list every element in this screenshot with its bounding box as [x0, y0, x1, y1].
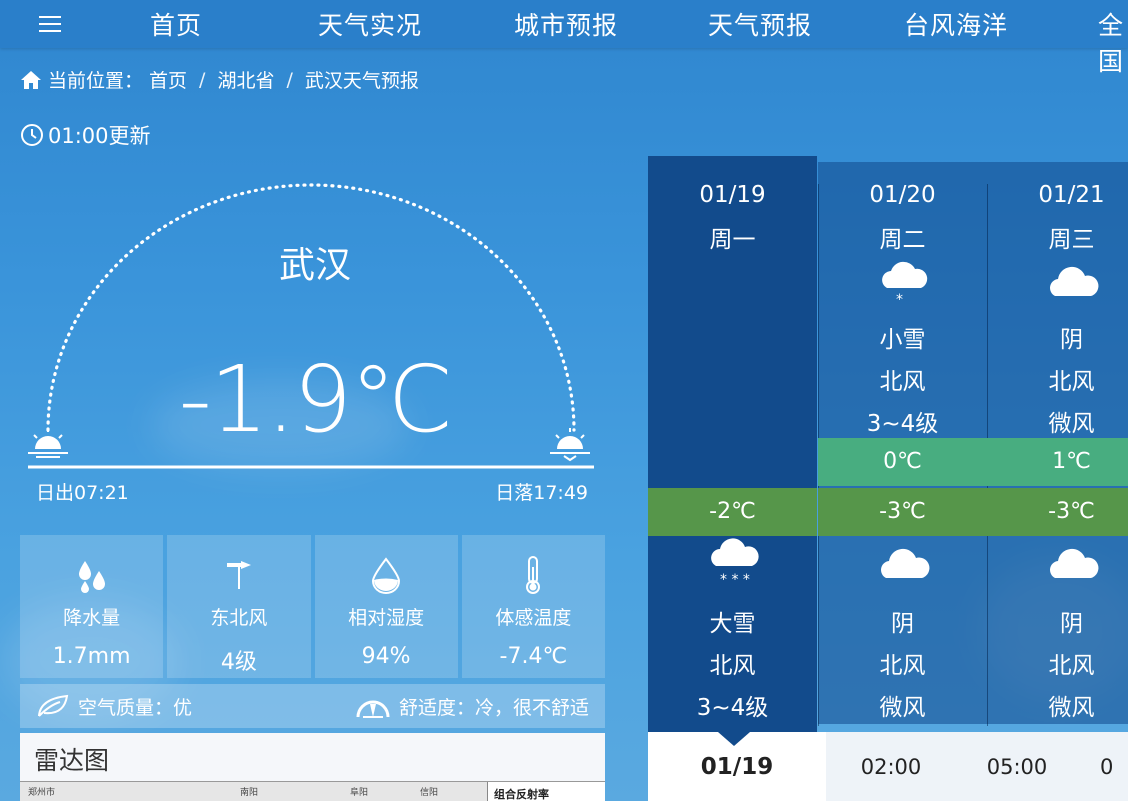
day-condition: 小雪 — [879, 327, 926, 353]
svg-text:* * *: * * * — [720, 572, 750, 588]
map-label: 郑州市 — [28, 788, 56, 798]
forecast-date: 01/20 — [869, 182, 936, 208]
comfort-text: 舒适度：冷，很不舒适 — [398, 696, 589, 719]
forecast-day[interactable]: 01/21 周三 阴 北风 微风 1℃ -3℃ 阴 北风 微风 — [987, 162, 1128, 726]
light-snow-icon: * — [818, 258, 987, 306]
forecast-day[interactable]: 01/19 周一 -2℃ * * * 大雪 北风 3~4级 — [648, 156, 817, 732]
city-name: 武汉 — [278, 245, 351, 286]
comfort-index: 舒适度：冷，很不舒适 — [355, 692, 589, 720]
air-quality: 空气质量：优 — [36, 693, 192, 720]
breadcrumb-separator: / — [286, 68, 293, 91]
radar-panel: 雷达图 郑州市 南阳 阜阳 信阳 组合反射率 — [20, 733, 605, 801]
stat-label: 降水量 — [63, 607, 121, 629]
low-temp: -3℃ — [818, 488, 987, 536]
stat-precipitation: 降水量 1.7mm — [20, 535, 164, 678]
stat-feels-like: 体感温度 -7.4℃ — [461, 535, 605, 678]
air-quality-text: 空气质量：优 — [78, 696, 193, 719]
update-time: 01:00更新 — [20, 120, 151, 150]
top-nav: 首页 天气实况 城市预报 天气预报 台风海洋 全国 — [0, 0, 1128, 76]
sunset-time: 日落17:49 — [495, 482, 588, 504]
update-time-text: 01:00更新 — [48, 124, 151, 148]
nav-item-typhoon-ocean[interactable]: 台风海洋 — [904, 6, 1008, 42]
heavy-snow-icon: * * * — [648, 536, 817, 588]
hourly-time[interactable]: 05:00 — [974, 732, 1060, 801]
hourly-time[interactable]: 02:00 — [848, 732, 934, 801]
nav-item-home[interactable]: 首页 — [150, 6, 202, 42]
high-temp: 1℃ — [987, 438, 1128, 486]
stat-value: -7.4℃ — [499, 644, 568, 669]
humidity-drop-icon — [370, 553, 402, 597]
forecast-weekday: 周三 — [1048, 227, 1095, 253]
wind-vane-icon — [223, 553, 255, 597]
breadcrumb-prefix: 当前位置： — [48, 70, 144, 92]
daily-forecast: 01/19 周一 -2℃ * * * 大雪 北风 3~4级 01/20 周二 *… — [648, 156, 1128, 732]
overcast-cloud-icon — [818, 544, 987, 584]
map-label: 信阳 — [420, 788, 439, 798]
day-wind-level: 3~4级 — [866, 411, 939, 437]
stat-label: 体感温度 — [495, 607, 572, 629]
stat-humidity: 相对湿度 94% — [314, 535, 458, 678]
stat-value: 4级 — [220, 650, 257, 675]
current-temperature: -1.9℃ — [178, 346, 454, 453]
night-wind-level: 微风 — [879, 695, 926, 721]
sunrise-time: 日出07:21 — [36, 482, 129, 504]
night-wind-level: 3~4级 — [696, 695, 769, 721]
low-temp: -3℃ — [987, 488, 1128, 536]
leaf-icon — [38, 694, 69, 717]
forecast-day[interactable]: 01/20 周二 * 小雪 北风 3~4级 0℃ -3℃ 阴 北风 微风 — [818, 162, 987, 726]
night-condition: 大雪 — [709, 611, 756, 637]
breadcrumb-province[interactable]: 湖北省 — [217, 66, 274, 93]
day-wind: 北风 — [879, 369, 926, 395]
night-condition: 阴 — [891, 611, 914, 637]
stat-label: 相对湿度 — [348, 607, 425, 629]
current-weather-panel: 武汉 -1.9℃ 日出07:21 日落17:49 — [20, 170, 610, 510]
night-condition: 阴 — [1060, 611, 1083, 637]
air-comfort-bar: 空气质量：优 舒适度：冷，很不舒适 — [20, 684, 605, 728]
night-wind: 北风 — [709, 653, 756, 679]
hamburger-menu-icon[interactable] — [0, 0, 100, 48]
forecast-date: 01/21 — [1038, 182, 1105, 208]
overcast-cloud-icon — [987, 544, 1128, 584]
day-wind: 北风 — [1048, 369, 1095, 395]
nav-item-city-forecast[interactable]: 城市预报 — [514, 6, 618, 42]
weather-stats: 降水量 1.7mm 东北风 4级 相对湿度 94% 体感温度 -7.4℃ — [20, 535, 605, 678]
breadcrumb-current: 武汉天气预报 — [304, 70, 419, 92]
gauge-icon — [356, 700, 390, 718]
clock-icon — [21, 124, 43, 146]
stat-wind: 东北风 4级 — [167, 535, 311, 678]
nav-item-weather-forecast[interactable]: 天气预报 — [708, 6, 812, 42]
breadcrumb: 当前位置： 首页 / 湖北省 / 武汉天气预报 — [20, 66, 419, 93]
overcast-cloud-icon — [987, 262, 1128, 302]
stat-value: 1.7mm — [52, 644, 131, 669]
stat-value: 94% — [361, 644, 411, 669]
thermometer-icon — [521, 553, 545, 597]
nav-item-national[interactable]: 全国 — [1098, 6, 1128, 78]
nav-item-live-weather[interactable]: 天气实况 — [318, 6, 422, 42]
night-wind-level: 微风 — [1048, 695, 1095, 721]
home-icon — [21, 70, 41, 89]
day-wind-level: 微风 — [1048, 411, 1095, 437]
breadcrumb-separator: / — [199, 68, 206, 91]
radar-map[interactable]: 郑州市 南阳 阜阳 信阳 组合反射率 — [20, 781, 605, 801]
night-wind: 北风 — [879, 653, 926, 679]
raindrops-icon — [76, 553, 108, 597]
stat-label: 东北风 — [210, 607, 268, 629]
forecast-date: 01/19 — [699, 182, 766, 208]
breadcrumb-home[interactable]: 首页 — [149, 66, 187, 93]
hourly-time[interactable]: 0 — [1100, 732, 1128, 801]
high-temp: 0℃ — [818, 438, 987, 486]
svg-text:*: * — [896, 292, 903, 306]
forecast-weekday: 周一 — [709, 227, 756, 253]
low-temp: -2℃ — [648, 488, 817, 536]
forecast-weekday: 周二 — [879, 227, 926, 253]
map-label: 南阳 — [240, 788, 259, 798]
selected-day-pointer — [718, 732, 750, 746]
map-label: 阜阳 — [350, 788, 369, 798]
night-wind: 北风 — [1048, 653, 1095, 679]
radar-legend-title: 组合反射率 — [487, 782, 605, 801]
radar-title: 雷达图 — [34, 746, 110, 775]
day-condition: 阴 — [1060, 327, 1083, 353]
